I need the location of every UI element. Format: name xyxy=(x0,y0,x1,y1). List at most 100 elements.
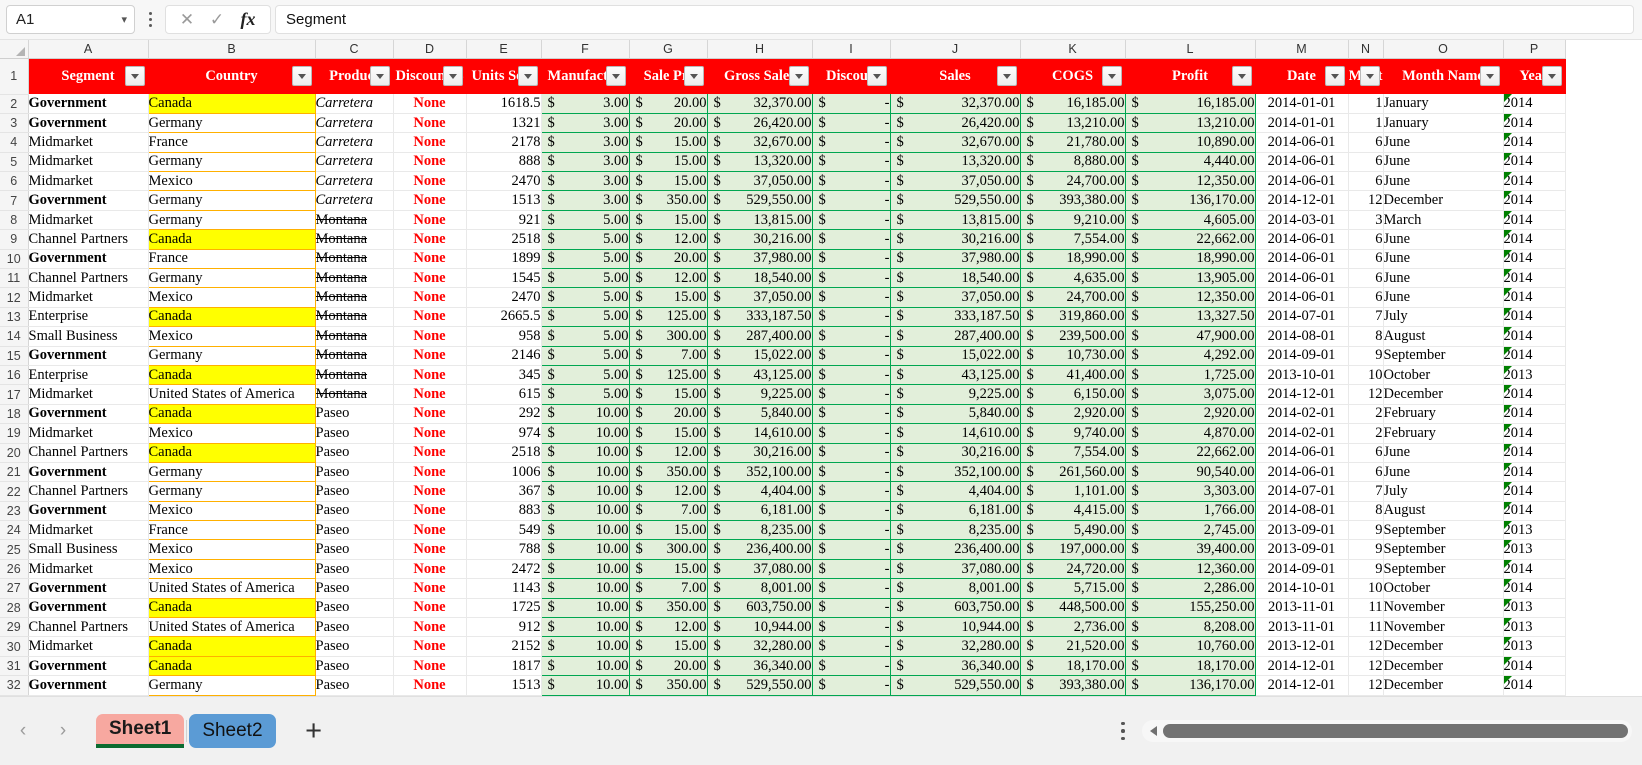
cell-sales[interactable]: $30,216.00 xyxy=(889,443,1021,463)
cell-product[interactable]: Carretera xyxy=(315,132,394,153)
row-header-16[interactable]: 16 xyxy=(0,365,29,386)
cell-product[interactable]: Carretera xyxy=(315,190,394,211)
cell-manufacturing-price[interactable]: $10.00 xyxy=(540,462,630,483)
cell-country[interactable]: Germany xyxy=(147,152,316,173)
cell-profit[interactable]: $4,870.00 xyxy=(1124,423,1256,444)
cell-month-number[interactable]: 1 xyxy=(1348,113,1384,134)
cell-manufacturing-price[interactable]: $10.00 xyxy=(540,675,630,696)
row-header-6[interactable]: 6 xyxy=(0,171,29,192)
cell-date[interactable]: 2014-03-01 xyxy=(1255,210,1349,231)
cell-date[interactable]: 2014-12-01 xyxy=(1255,656,1349,677)
cell-cogs[interactable]: $448,500.00 xyxy=(1019,598,1126,619)
cell-product[interactable]: Montana xyxy=(315,307,394,328)
cell-sale-price[interactable]: $15.00 xyxy=(628,636,708,657)
cell-country[interactable]: Mexico xyxy=(147,423,316,444)
cell-profit[interactable]: $2,745.00 xyxy=(1124,520,1256,541)
cell-discount-band[interactable]: None xyxy=(393,249,467,270)
cell-sale-price[interactable]: $12.00 xyxy=(628,229,708,250)
cell-segment[interactable]: Channel Partners xyxy=(28,443,149,463)
cell-sales[interactable]: $43,125.00 xyxy=(889,365,1021,386)
cell-gross-sales[interactable]: $18,540.00 xyxy=(706,268,813,289)
cell-discounts[interactable]: $ - xyxy=(811,617,891,638)
cell-units-sold[interactable]: 345 xyxy=(466,365,542,386)
cell-segment[interactable]: Small Business xyxy=(28,539,149,560)
cell-manufacturing-price[interactable]: $3.00 xyxy=(540,94,630,114)
cell-country[interactable]: Canada xyxy=(147,94,316,114)
cell-profit[interactable]: $2,920.00 xyxy=(1124,404,1256,425)
cell-discount-band[interactable]: None xyxy=(393,384,467,405)
cell-discounts[interactable]: $ - xyxy=(811,462,891,483)
row-header-26[interactable]: 26 xyxy=(0,559,29,580)
cell-date[interactable]: 2013-11-01 xyxy=(1255,598,1349,619)
row-header-32[interactable]: 32 xyxy=(0,675,29,696)
cell-sale-price[interactable]: $12.00 xyxy=(628,481,708,502)
cell-discount-band[interactable]: None xyxy=(393,520,467,541)
table-header-f[interactable]: Manufactur xyxy=(541,58,630,94)
cell-segment[interactable]: Channel Partners xyxy=(28,229,149,250)
cell-profit[interactable]: $39,400.00 xyxy=(1124,539,1256,560)
cell-sale-price[interactable]: $15.00 xyxy=(628,210,708,231)
cell-date[interactable]: 2014-06-01 xyxy=(1255,268,1349,289)
cell-manufacturing-price[interactable]: $10.00 xyxy=(540,520,630,541)
cell-country[interactable]: Mexico xyxy=(147,501,316,522)
cell-month-number[interactable]: 6 xyxy=(1348,443,1384,463)
cell-sales[interactable]: $8,001.00 xyxy=(889,578,1021,599)
filter-dropdown-icon[interactable] xyxy=(517,66,538,87)
cell-segment[interactable]: Government xyxy=(28,346,149,366)
cell-manufacturing-price[interactable]: $5.00 xyxy=(540,307,630,328)
row-header-8[interactable]: 8 xyxy=(0,210,29,231)
cell-country[interactable]: Canada xyxy=(147,443,316,463)
cell-sales[interactable]: $9,225.00 xyxy=(889,384,1021,405)
cell-date[interactable]: 2014-09-01 xyxy=(1255,346,1349,366)
cell-month-number[interactable]: 9 xyxy=(1348,520,1384,541)
cell-sales[interactable]: $5,840.00 xyxy=(889,404,1021,425)
cell-month-name[interactable]: July xyxy=(1383,307,1504,328)
cell-segment[interactable]: Government xyxy=(28,462,149,483)
filter-dropdown-icon[interactable] xyxy=(1324,66,1345,87)
cell-profit[interactable]: $18,170.00 xyxy=(1124,656,1256,677)
cell-month-number[interactable]: 9 xyxy=(1348,346,1384,366)
cell-product[interactable]: Paseo xyxy=(315,539,394,560)
cell-month-number[interactable]: 12 xyxy=(1348,190,1384,211)
cell-sale-price[interactable]: $125.00 xyxy=(628,307,708,328)
cell-profit[interactable]: $12,350.00 xyxy=(1124,287,1256,308)
cell-sale-price[interactable]: $20.00 xyxy=(628,404,708,425)
cell-sale-price[interactable]: $15.00 xyxy=(628,520,708,541)
row-header-18[interactable]: 18 xyxy=(0,404,29,425)
row-header-1[interactable]: 1 xyxy=(0,58,29,95)
cell-discounts[interactable]: $ - xyxy=(811,384,891,405)
cell-sales[interactable]: $13,815.00 xyxy=(889,210,1021,231)
cell-profit[interactable]: $13,210.00 xyxy=(1124,113,1256,134)
cell-profit[interactable]: $136,170.00 xyxy=(1124,675,1256,696)
row-header-7[interactable]: 7 xyxy=(0,190,29,211)
cell-manufacturing-price[interactable]: $3.00 xyxy=(540,171,630,192)
cell-units-sold[interactable]: 958 xyxy=(466,326,542,347)
cell-country[interactable]: France xyxy=(147,520,316,541)
cell-date[interactable]: 2014-06-01 xyxy=(1255,132,1349,153)
cell-gross-sales[interactable]: $32,370.00 xyxy=(706,94,813,114)
cell-month-number[interactable]: 11 xyxy=(1348,598,1384,619)
cell-cogs[interactable]: $18,170.00 xyxy=(1019,656,1126,677)
cell-segment[interactable]: Government xyxy=(28,598,149,619)
chevron-down-icon[interactable]: ▾ xyxy=(121,13,127,26)
cell-segment[interactable]: Government xyxy=(28,113,149,134)
row-header-23[interactable]: 23 xyxy=(0,501,29,522)
cell-product[interactable]: Paseo xyxy=(315,501,394,522)
row-header-10[interactable]: 10 xyxy=(0,249,29,270)
cell-segment[interactable]: Channel Partners xyxy=(28,268,149,289)
filter-dropdown-icon[interactable] xyxy=(369,66,390,87)
row-header-29[interactable]: 29 xyxy=(0,617,29,638)
cell-segment[interactable]: Government xyxy=(28,404,149,425)
cell-manufacturing-price[interactable]: $5.00 xyxy=(540,268,630,289)
cell-country[interactable]: United States of America xyxy=(147,617,316,638)
cell-segment[interactable]: Government xyxy=(28,94,149,114)
cell-month-name[interactable]: September xyxy=(1383,539,1504,560)
cell-sales[interactable]: $529,550.00 xyxy=(889,190,1021,211)
table-header-m[interactable]: Date xyxy=(1255,58,1349,94)
column-header-e[interactable]: E xyxy=(466,40,542,59)
cell-sales[interactable]: $8,235.00 xyxy=(889,520,1021,541)
cell-month-number[interactable]: 2 xyxy=(1348,423,1384,444)
cell-country[interactable]: Germany xyxy=(147,481,316,502)
cell-sales[interactable]: $603,750.00 xyxy=(889,598,1021,619)
cell-date[interactable]: 2014-06-01 xyxy=(1255,249,1349,270)
